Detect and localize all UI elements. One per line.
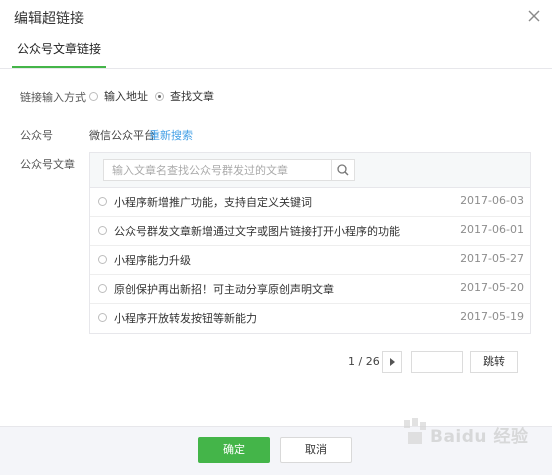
radio-circle	[98, 313, 107, 322]
articles-label: 公众号文章	[20, 158, 75, 171]
radio-circle	[89, 91, 98, 101]
dialog-title: 编辑超链接	[14, 11, 84, 27]
confirm-button[interactable]: 确定	[198, 437, 270, 463]
search-button[interactable]	[331, 159, 355, 181]
dialog-footer: 确定 取消	[0, 426, 552, 475]
article-list-item[interactable]: 小程序新增推广功能，支持自定义关键词 2017-06-03	[90, 187, 530, 217]
article-date: 2017-05-20	[460, 281, 524, 294]
tab-article-link[interactable]: 公众号文章链接	[12, 34, 106, 68]
article-date: 2017-05-27	[460, 252, 524, 265]
radio-label: 输入地址	[104, 90, 148, 103]
page-indicator: 1 / 26	[348, 355, 380, 368]
cancel-button[interactable]: 取消	[280, 437, 352, 463]
article-date: 2017-06-03	[460, 194, 524, 207]
article-title: 小程序能力升级	[114, 254, 191, 267]
radio-circle	[98, 255, 107, 264]
article-title: 原创保护再出新招！可主动分享原创声明文章	[114, 283, 334, 296]
account-label: 公众号	[20, 129, 53, 142]
jump-button[interactable]: 跳转	[470, 351, 518, 373]
search-icon	[337, 164, 349, 176]
radio-label: 查找文章	[170, 90, 214, 103]
article-list-item[interactable]: 小程序能力升级 2017-05-27	[90, 245, 530, 275]
article-list-item[interactable]: 公众号群发文章新增通过文字或图片链接打开小程序的功能 2017-06-01	[90, 216, 530, 246]
tab-active-indicator	[12, 66, 106, 68]
radio-find-article[interactable]: 查找文章	[155, 89, 214, 103]
close-icon[interactable]	[524, 6, 544, 26]
article-date: 2017-05-19	[460, 310, 524, 323]
article-title: 公众号群发文章新增通过文字或图片链接打开小程序的功能	[114, 225, 400, 238]
article-date: 2017-06-01	[460, 223, 524, 236]
dialog-header: 编辑超链接	[0, 0, 552, 34]
article-title: 小程序开放转发按钮等新能力	[114, 312, 257, 325]
triangle-right-icon	[390, 358, 395, 366]
radio-circle	[98, 197, 107, 206]
radio-enter-url[interactable]: 输入地址	[89, 89, 148, 103]
radio-circle	[98, 226, 107, 235]
edit-hyperlink-dialog: 编辑超链接 公众号文章链接 链接输入方式 输入地址 查找文章 公众号 微信公众平…	[0, 0, 552, 475]
account-name: 微信公众平台	[89, 129, 155, 142]
article-list-item[interactable]: 原创保护再出新招！可主动分享原创声明文章 2017-05-20	[90, 274, 530, 304]
article-list-item[interactable]: 小程序开放转发按钮等新能力 2017-05-19	[90, 303, 530, 332]
next-page-button[interactable]	[382, 351, 402, 373]
radio-circle-selected	[155, 91, 164, 101]
radio-circle	[98, 284, 107, 293]
tab-label: 公众号文章链接	[16, 42, 101, 56]
tab-bar: 公众号文章链接	[0, 34, 552, 69]
article-title: 小程序新增推广功能，支持自定义关键词	[114, 196, 312, 209]
article-search-input[interactable]	[103, 159, 332, 181]
article-panel: 小程序新增推广功能，支持自定义关键词 2017-06-03 公众号群发文章新增通…	[89, 152, 531, 334]
re-search-link[interactable]: 重新搜索	[149, 127, 193, 143]
article-search-bar	[90, 153, 530, 188]
page-number-input[interactable]	[411, 351, 463, 373]
link-method-label: 链接输入方式	[20, 91, 86, 104]
